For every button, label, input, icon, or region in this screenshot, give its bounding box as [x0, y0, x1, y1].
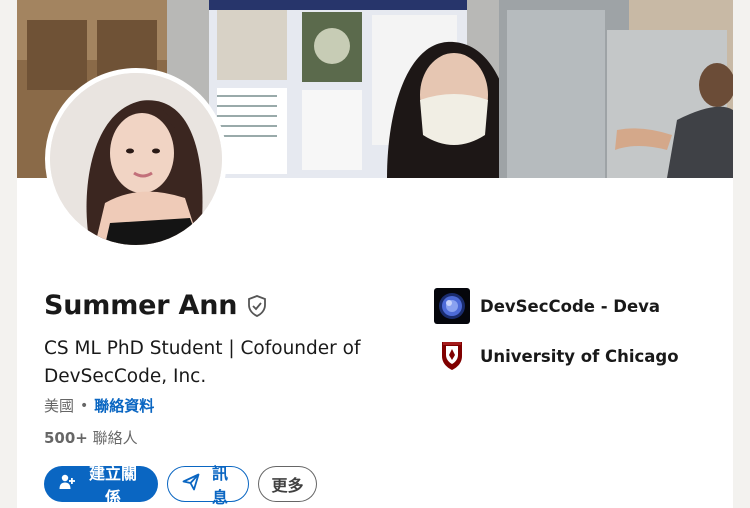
connect-button[interactable]: 建立關係	[44, 466, 158, 507]
profile-card: Summer Ann CS ML PhD Student | Cofounder…	[17, 0, 733, 508]
connections-label: 聯絡人	[92, 429, 138, 447]
devseccode-logo-icon	[434, 288, 470, 324]
message-button[interactable]: 訊息	[167, 466, 249, 507]
send-icon	[182, 473, 200, 496]
location-row: 美國 • 聯絡資料	[44, 395, 154, 416]
connections-row: 500+ 聯絡人	[44, 427, 138, 448]
profile-name-row: Summer Ann	[44, 290, 269, 321]
org-name: DevSecCode - Deva	[480, 296, 661, 316]
connections-count: 500+	[44, 429, 88, 447]
connect-button-label: 建立關係	[88, 466, 137, 507]
contact-info-link[interactable]: 聯絡資料	[94, 395, 154, 416]
profile-name: Summer Ann	[44, 290, 238, 321]
shield-check-icon[interactable]	[245, 294, 269, 318]
avatar-photo	[50, 73, 222, 245]
org-item-uchicago[interactable]: University of Chicago	[434, 338, 679, 374]
avatar[interactable]	[45, 68, 227, 250]
message-button-label: 訊息	[211, 466, 228, 507]
separator-dot: •	[80, 397, 89, 414]
more-button[interactable]: 更多	[258, 466, 317, 502]
org-name: University of Chicago	[480, 346, 679, 366]
profile-organizations: DevSecCode - Deva University of Chicago	[434, 288, 679, 388]
location-text: 美國	[44, 397, 75, 415]
profile-headline: CS ML PhD Student | Cofounder of DevSecC…	[44, 338, 361, 387]
uchicago-crest-icon	[434, 338, 470, 374]
profile-actions: 建立關係 訊息 更多	[44, 466, 317, 507]
org-item-devseccode[interactable]: DevSecCode - Deva	[434, 288, 679, 324]
person-add-icon	[58, 473, 76, 496]
